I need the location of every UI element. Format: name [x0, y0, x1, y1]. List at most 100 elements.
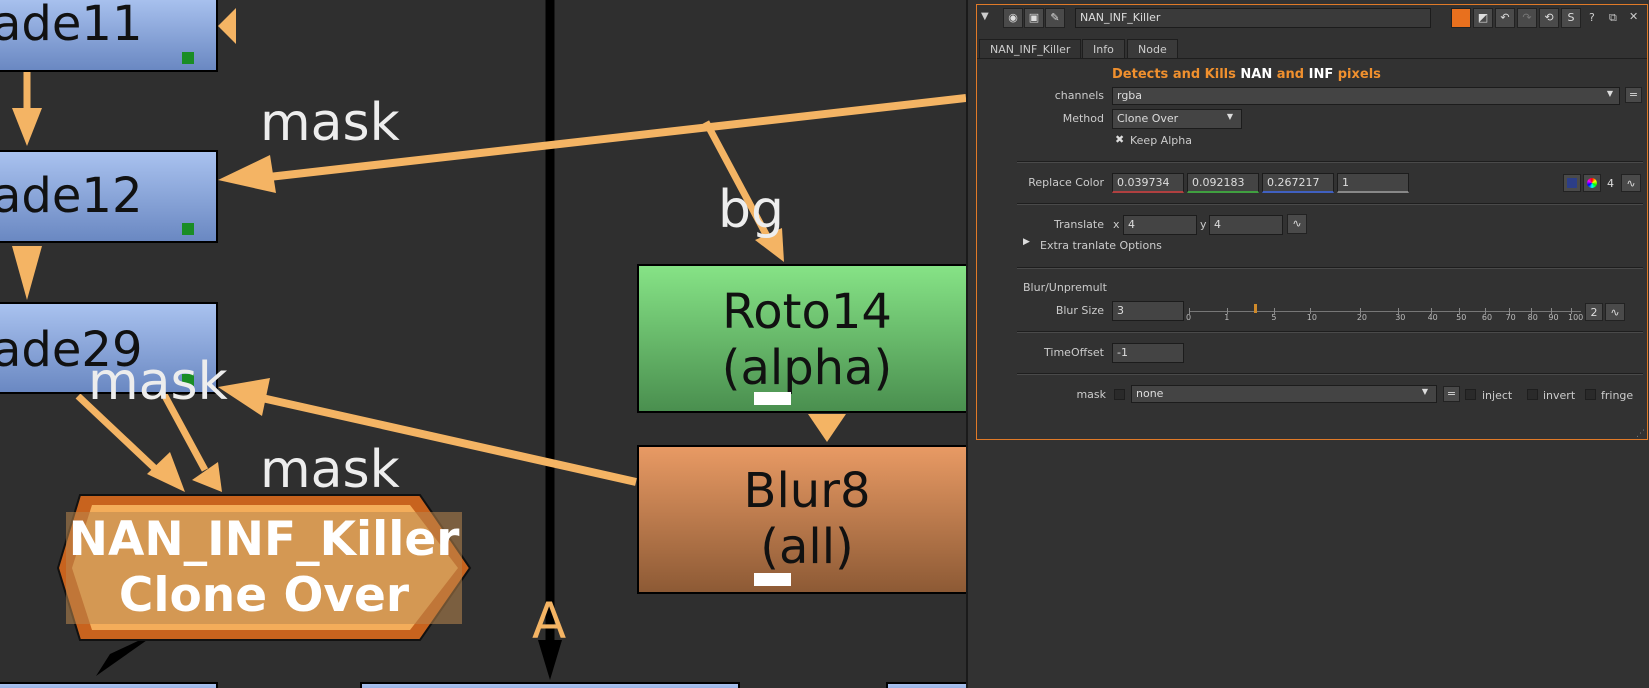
header-text-1: Detects and Kills — [1112, 67, 1241, 82]
fringe-checkbox[interactable] — [1585, 389, 1596, 400]
translate-x-input[interactable]: 4 — [1123, 215, 1197, 235]
node-grade-bottom-right[interactable] — [886, 682, 966, 688]
node-grade11[interactable]: ade11 — [0, 0, 218, 72]
blur-size-slider[interactable]: 0 1 5 10 20 30 40 50 60 70 80 90 100 — [1186, 301, 1584, 325]
invert-checkbox[interactable] — [1527, 389, 1538, 400]
node-grade12[interactable]: ade12 — [0, 150, 218, 243]
float-icon[interactable]: ⧉ — [1609, 11, 1617, 25]
camera-icon[interactable]: ▣ — [1024, 8, 1044, 28]
fringe-label: fringe — [1601, 389, 1634, 402]
node-properties: ▼ ◉ ▣ ✎ NAN_INF_Killer ◩ ↶ ↷ ⟲ S ? ⧉ ✕ N… — [976, 4, 1648, 440]
node-grade-bottom-center[interactable] — [360, 682, 740, 688]
replace-color-g[interactable]: 0.092183 — [1187, 173, 1259, 193]
animation-curve-icon[interactable]: ∿ — [1621, 174, 1641, 192]
blur-unpremult-section-label: Blur/Unpremult — [1023, 281, 1107, 294]
node-grade11-label: ade11 — [0, 0, 143, 52]
inject-checkbox[interactable] — [1465, 389, 1476, 400]
node-grade-bottom-left[interactable] — [0, 682, 218, 688]
divider — [1017, 161, 1643, 163]
close-icon[interactable]: ✕ — [1629, 10, 1638, 23]
replace-color-channel-count[interactable]: 4 — [1607, 177, 1614, 190]
undo-icon[interactable]: ↶ — [1495, 8, 1515, 28]
replace-color-a[interactable]: 1 — [1337, 173, 1409, 193]
slider-tick-label: 70 — [1505, 313, 1516, 322]
script-icon[interactable]: S — [1561, 8, 1581, 28]
expand-triangle-icon[interactable]: ▶ — [1023, 237, 1030, 247]
color-swatch-icon[interactable] — [1563, 174, 1581, 192]
panel-header: Detects and Kills NAN and INF pixels — [1112, 67, 1381, 82]
blur-size-channel-count[interactable]: 2 — [1585, 303, 1603, 321]
wrench-icon[interactable]: ✎ — [1045, 8, 1065, 28]
mix-icon[interactable]: ◩ — [1473, 8, 1493, 28]
replace-color-b[interactable]: 0.267217 — [1262, 173, 1334, 193]
input-label-a: A — [532, 592, 567, 650]
mask-enable-checkbox[interactable] — [1114, 389, 1125, 400]
node-roto14[interactable]: Roto14 (alpha) — [637, 264, 966, 413]
extra-translate-options-label[interactable]: Extra tranlate Options — [1040, 239, 1162, 252]
translate-label: Translate — [1054, 218, 1104, 231]
slider-tick-label: 20 — [1356, 313, 1368, 322]
node-grade12-indicator — [182, 223, 194, 235]
blur-size-input[interactable]: 3 — [1112, 301, 1184, 321]
node-roto14-handle — [754, 392, 791, 405]
tab-info[interactable]: Info — [1082, 39, 1125, 59]
revert-icon[interactable]: ⟲ — [1539, 8, 1559, 28]
edge-label-mask-top: mask — [260, 93, 400, 153]
translate-y-label: y — [1200, 218, 1207, 231]
replace-color-label: Replace Color — [1028, 176, 1104, 189]
chevron-down-icon: ▼ — [1606, 89, 1613, 98]
header-text-2: and — [1272, 67, 1309, 82]
node-grade12-label: ade12 — [0, 168, 143, 224]
inject-label: inject — [1482, 389, 1513, 402]
slider-tick-label: 100 — [1568, 313, 1584, 322]
divider — [1017, 373, 1643, 375]
resize-grip-icon[interactable]: ⋰ — [1636, 429, 1645, 439]
translate-x-label: x — [1113, 218, 1120, 231]
chevron-down-icon: ▼ — [1226, 112, 1233, 121]
slider-tick-label: 10 — [1306, 313, 1317, 322]
slider-tick-label: 5 — [1271, 313, 1277, 322]
node-name-field[interactable]: NAN_INF_Killer — [1075, 8, 1431, 28]
properties-panel: ▼ ◉ ▣ ✎ NAN_INF_Killer ◩ ↶ ↷ ⟲ S ? ⧉ ✕ N… — [966, 0, 1649, 688]
timeoffset-input[interactable]: -1 — [1112, 343, 1184, 363]
animation-curve-icon[interactable]: ∿ — [1287, 214, 1307, 234]
node-blur8-handle — [754, 573, 791, 586]
link-mask-icon[interactable]: = — [1443, 386, 1460, 402]
color-wheel-icon[interactable] — [1583, 174, 1601, 192]
chevron-down-icon: ▼ — [1421, 387, 1428, 396]
viewer-icon[interactable]: ◉ — [1003, 8, 1023, 28]
header-text-inf: INF — [1308, 67, 1334, 82]
node-color-icon[interactable] — [1451, 8, 1471, 28]
redo-icon[interactable]: ↷ — [1517, 8, 1537, 28]
channels-select[interactable]: rgba ▼ — [1112, 87, 1620, 105]
channels-label: channels — [1054, 89, 1104, 102]
animation-curve-icon[interactable]: ∿ — [1605, 303, 1625, 321]
method-label: Method — [1062, 112, 1104, 125]
slider-tick-label: 90 — [1548, 313, 1559, 322]
keep-alpha-checkbox[interactable]: ✖ — [1115, 133, 1124, 146]
link-channels-icon[interactable]: = — [1625, 87, 1642, 103]
tab-nan-inf-killer[interactable]: NAN_INF_Killer — [979, 39, 1082, 59]
replace-color-r[interactable]: 0.039734 — [1112, 173, 1184, 193]
divider — [1017, 331, 1643, 333]
node-graph[interactable]: ade11 ade12 ade29 Roto14 (alpha) Blur8 (… — [0, 0, 966, 688]
collapse-icon[interactable]: ▼ — [981, 11, 989, 22]
node-nan-inf-killer[interactable]: NAN_INF_Killer Clone Over — [58, 512, 470, 624]
tab-node[interactable]: Node — [1127, 39, 1178, 59]
divider — [1017, 203, 1643, 205]
slider-tick-label: 80 — [1527, 313, 1538, 322]
slider-handle[interactable] — [1254, 304, 1258, 313]
node-blur8-name: Blur8 — [743, 463, 871, 519]
slider-tick-label: 30 — [1395, 313, 1406, 322]
translate-y-input[interactable]: 4 — [1209, 215, 1283, 235]
help-icon[interactable]: ? — [1589, 11, 1595, 24]
method-select[interactable]: Clone Over ▼ — [1112, 109, 1242, 129]
node-roto14-channel: (alpha) — [721, 340, 893, 396]
mask-value: none — [1136, 387, 1164, 400]
node-roto14-name: Roto14 — [722, 284, 892, 340]
header-text-nan: NAN — [1240, 67, 1273, 82]
node-blur8[interactable]: Blur8 (all) — [637, 445, 966, 594]
method-value: Clone Over — [1117, 112, 1179, 125]
edge-label-mask-low: mask — [260, 440, 400, 500]
mask-select[interactable]: none ▼ — [1131, 385, 1437, 403]
